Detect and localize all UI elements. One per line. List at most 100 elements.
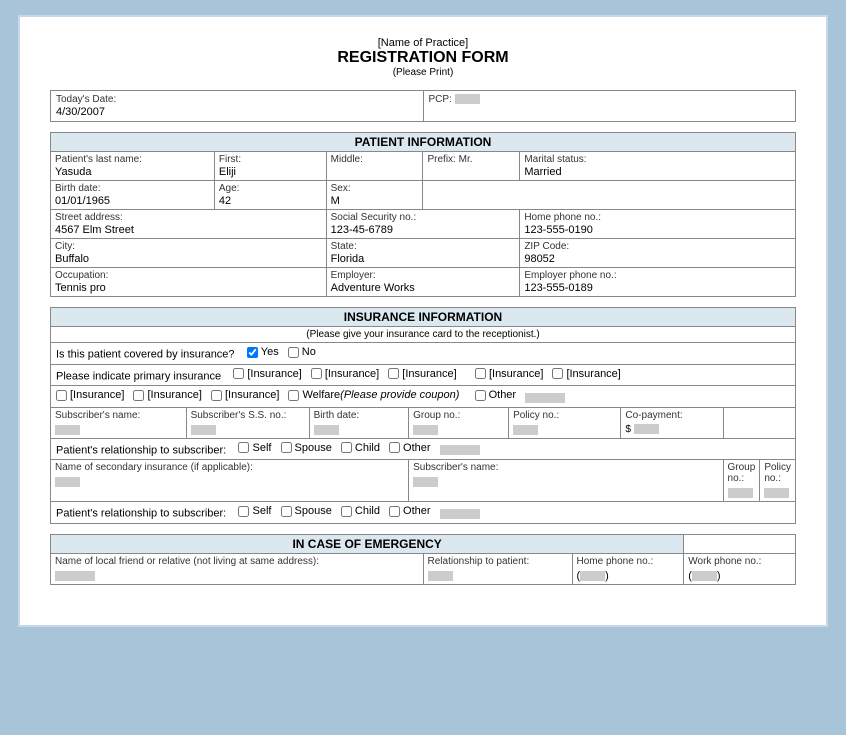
home-phone-label: Home phone no.: — [524, 212, 791, 223]
policy-no-label: Policy no.: — [513, 410, 616, 421]
top-info-table: Today's Date: 4/30/2007 PCP: — [50, 90, 796, 122]
yes-label: Yes — [261, 346, 279, 358]
ins6-label[interactable]: [Insurance] — [56, 389, 124, 401]
yes-checkbox[interactable] — [247, 347, 258, 358]
form-header: [Name of Practice] REGISTRATION FORM (Pl… — [50, 37, 796, 78]
welfare-label[interactable]: Welfare (Please provide coupon) — [288, 389, 459, 401]
pcp-value — [455, 94, 480, 104]
ins4-checkbox[interactable] — [475, 368, 486, 379]
self-checkbox[interactable] — [238, 442, 249, 453]
insurance-info-table: INSURANCE INFORMATION (Please give your … — [50, 307, 796, 524]
prefix-label: Prefix: Mr. — [427, 154, 515, 165]
group-no-value — [413, 425, 438, 435]
ins4-label[interactable]: [Insurance] — [475, 368, 543, 380]
secondary-policy-value — [764, 488, 789, 498]
spouse-checkbox[interactable] — [281, 442, 292, 453]
other-rel-checkbox[interactable] — [389, 442, 400, 453]
primary-label: Please indicate primary insurance — [56, 370, 221, 382]
city-value: Buffalo — [55, 252, 322, 265]
no-checkbox-label[interactable]: No — [288, 346, 316, 358]
ins6-checkbox[interactable] — [56, 390, 67, 401]
group-no-label: Group no.: — [413, 410, 504, 421]
yes-checkbox-label[interactable]: Yes — [247, 346, 279, 358]
address-label: Street address: — [55, 212, 322, 223]
other2-checkbox[interactable] — [389, 506, 400, 517]
middle-label: Middle: — [331, 154, 419, 165]
ssn-value: 123-45-6789 — [331, 223, 516, 236]
self2-label[interactable]: Self — [238, 505, 271, 517]
subscriber-name-label: Subscriber's name: — [55, 410, 182, 421]
city-label: City: — [55, 241, 322, 252]
employer-value: Adventure Works — [331, 281, 516, 294]
other-ins-label[interactable]: Other — [475, 389, 517, 401]
subscriber-ss-value — [191, 425, 216, 435]
secondary-label: Name of secondary insurance (if applicab… — [55, 462, 404, 473]
state-label: State: — [331, 241, 516, 252]
ins5-checkbox[interactable] — [552, 368, 563, 379]
friend-value — [55, 571, 95, 581]
home-phone-value: 123-555-0190 — [524, 223, 791, 236]
secondary-ins-value — [55, 477, 80, 487]
ins7-label[interactable]: [Insurance] — [133, 389, 201, 401]
spouse2-checkbox[interactable] — [281, 506, 292, 517]
covered-label: Is this patient covered by insurance? — [56, 349, 235, 361]
patient-info-table: PATIENT INFORMATION Patient's last name:… — [50, 132, 796, 297]
secondary-subscriber-label: Subscriber's name: — [413, 462, 718, 473]
child-label[interactable]: Child — [341, 442, 380, 454]
sex-label: Sex: — [331, 183, 419, 194]
birth-value: 01/01/1965 — [55, 194, 210, 207]
first-label: First: — [219, 154, 322, 165]
other-rel-value — [440, 445, 480, 455]
child2-label[interactable]: Child — [341, 505, 380, 517]
emergency-relationship-label: Relationship to patient: — [428, 556, 568, 567]
emergency-home-phone-value — [580, 571, 605, 581]
ins7-checkbox[interactable] — [133, 390, 144, 401]
other2-label[interactable]: Other — [389, 505, 431, 517]
occupation-label: Occupation: — [55, 270, 322, 281]
last-name-label: Patient's last name: — [55, 154, 210, 165]
other-ins-checkbox[interactable] — [475, 390, 486, 401]
ins2-checkbox[interactable] — [311, 368, 322, 379]
ins8-label[interactable]: [Insurance] — [211, 389, 279, 401]
practice-name: [Name of Practice] — [50, 37, 796, 49]
sex-value: M — [331, 194, 419, 207]
no-label: No — [302, 346, 316, 358]
self-label[interactable]: Self — [238, 442, 271, 454]
other-ins-value — [525, 393, 565, 403]
self2-checkbox[interactable] — [238, 506, 249, 517]
no-checkbox[interactable] — [288, 347, 299, 358]
other-rel-label[interactable]: Other — [389, 442, 431, 454]
zip-label: ZIP Code: — [524, 241, 791, 252]
emergency-relationship-value — [428, 571, 453, 581]
birth-date-ins-value — [314, 425, 339, 435]
patient-section-header: PATIENT INFORMATION — [51, 133, 796, 152]
secondary-policy-label: Policy no.: — [764, 462, 791, 484]
ins3-label[interactable]: [Insurance] — [388, 368, 456, 380]
zip-value: 98052 — [524, 252, 791, 265]
employer-phone-value: 123-555-0189 — [524, 281, 791, 294]
ins1-label[interactable]: [Insurance] — [233, 368, 301, 380]
other2-value — [440, 509, 480, 519]
child2-checkbox[interactable] — [341, 506, 352, 517]
ins1-checkbox[interactable] — [233, 368, 244, 379]
welfare-checkbox[interactable] — [288, 390, 299, 401]
state-value: Florida — [331, 252, 516, 265]
address-value: 4567 Elm Street — [55, 223, 322, 236]
age-value: 42 — [219, 194, 322, 207]
ins5-label[interactable]: [Insurance] — [552, 368, 620, 380]
pcp-label: PCP: — [429, 94, 791, 105]
policy-no-value — [513, 425, 538, 435]
ins8-checkbox[interactable] — [211, 390, 222, 401]
ins2-label[interactable]: [Insurance] — [311, 368, 379, 380]
emergency-home-phone-label: Home phone no.: — [577, 556, 680, 567]
last-name-value: Yasuda — [55, 165, 210, 178]
copay-dollar: $ — [625, 424, 631, 435]
spouse-label[interactable]: Spouse — [281, 442, 332, 454]
ins3-checkbox[interactable] — [388, 368, 399, 379]
child-checkbox[interactable] — [341, 442, 352, 453]
occupation-value: Tennis pro — [55, 281, 322, 294]
employer-phone-label: Employer phone no.: — [524, 270, 791, 281]
spouse2-label[interactable]: Spouse — [281, 505, 332, 517]
emergency-work-phone-value — [692, 571, 717, 581]
relationship-label: Patient's relationship to subscriber: — [56, 444, 226, 456]
